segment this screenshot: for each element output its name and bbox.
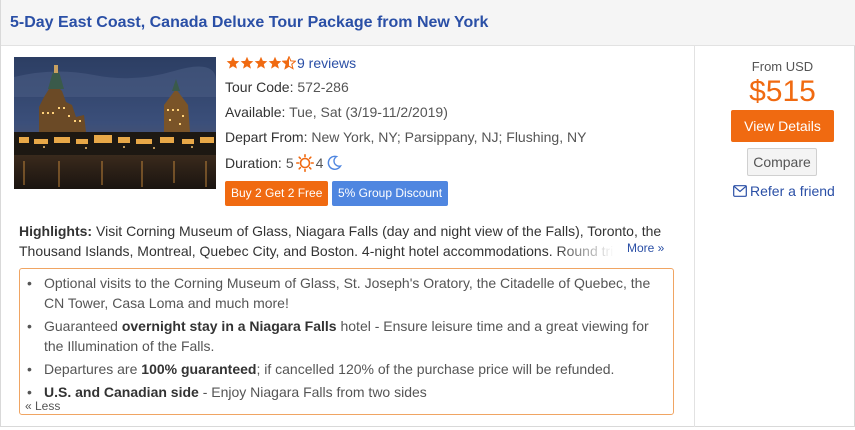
details-list: Optional visits to the Corning Museum of… xyxy=(27,273,664,405)
depart-value: New York, NY; Parsippany, NJ; Flushing, … xyxy=(311,129,587,145)
tour-photo[interactable] xyxy=(14,57,216,189)
star-half-icon xyxy=(282,56,296,70)
detail-item: Optional visits to the Corning Museum of… xyxy=(27,273,664,313)
envelope-icon xyxy=(733,185,747,197)
duration-days: 5 xyxy=(285,155,294,171)
star-full-icon xyxy=(254,56,268,69)
detail-item: Guaranteed overnight stay in a Niagara F… xyxy=(27,316,664,356)
from-usd-label: From USD xyxy=(751,59,814,74)
star-full-icon xyxy=(240,56,254,69)
highlights-label: Highlights: xyxy=(19,223,93,239)
less-link[interactable]: « Less xyxy=(25,399,60,413)
detail-item: U.S. and Canadian side - Enjoy Niagara F… xyxy=(27,382,664,402)
duration-label: Duration: xyxy=(225,155,282,171)
tour-card: 5-Day East Coast, Canada Deluxe Tour Pac… xyxy=(0,0,855,427)
tour-title[interactable]: 5-Day East Coast, Canada Deluxe Tour Pac… xyxy=(10,14,488,32)
detail-item: Departures are 100% guaranteed; if cance… xyxy=(27,359,664,379)
highlights-line-1: Highlights: Visit Corning Museum of Glas… xyxy=(19,221,669,241)
refer-label: Refer a friend xyxy=(750,183,835,199)
tour-code-value: 572-286 xyxy=(297,79,349,95)
view-details-button[interactable]: View Details xyxy=(731,110,834,142)
star-full-icon xyxy=(226,56,240,69)
reviews-link[interactable]: 9 reviews xyxy=(297,55,356,71)
available-line: Available: Tue, Sat (3/19-11/2/2019) xyxy=(225,104,448,120)
title-bar: 5-Day East Coast, Canada Deluxe Tour Pac… xyxy=(1,0,855,46)
refer-a-friend-link[interactable]: Refer a friend xyxy=(733,183,835,199)
duration-line: Duration: 5 4 xyxy=(225,154,343,172)
compare-button[interactable]: Compare xyxy=(747,148,817,176)
highlights-text-2: Thousand Islands, Montreal, Quebec City,… xyxy=(19,241,614,261)
duration-nights: 4 xyxy=(315,155,324,171)
tour-code-label: Tour Code: xyxy=(225,79,294,95)
promo-badge-buy2get2[interactable]: Buy 2 Get 2 Free xyxy=(225,181,329,206)
depart-line: Depart From: New York, NY; Parsippany, N… xyxy=(225,129,586,145)
available-label: Available: xyxy=(225,104,286,120)
price-value: $515 xyxy=(749,75,816,108)
price-column: From USD $515 View Details Compare Refer… xyxy=(695,46,855,246)
sun-icon xyxy=(295,154,314,172)
moon-icon xyxy=(328,155,343,170)
depart-label: Depart From: xyxy=(225,129,308,145)
promo-badge-group-discount[interactable]: 5% Group Discount xyxy=(332,181,449,206)
quebec-night-photo xyxy=(14,57,216,189)
available-value: Tue, Sat (3/19-11/2/2019) xyxy=(289,104,448,120)
tour-code-line: Tour Code: 572-286 xyxy=(225,79,349,95)
highlights-text-1: Visit Corning Museum of Glass, Niagara F… xyxy=(96,223,662,239)
rating: 9 reviews xyxy=(226,54,356,72)
more-link[interactable]: More » xyxy=(627,241,664,255)
star-full-icon xyxy=(268,56,282,69)
highlights-section: Highlights: Visit Corning Museum of Glas… xyxy=(19,221,669,261)
details-box: Optional visits to the Corning Museum of… xyxy=(19,268,674,415)
